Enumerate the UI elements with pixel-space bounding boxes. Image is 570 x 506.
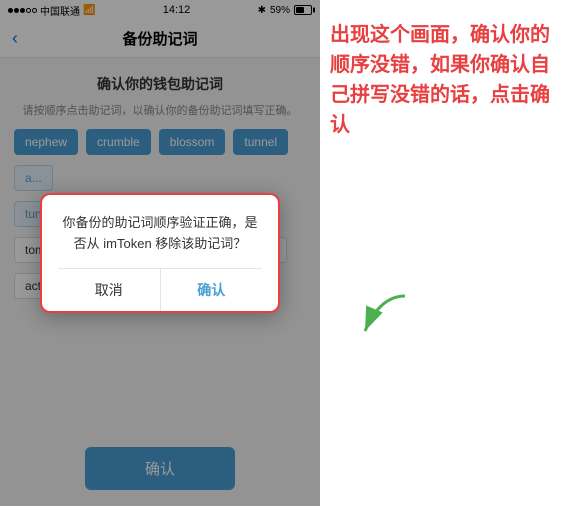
annotation-panel: 出现这个画面，确认你的顺序没错，如果你确认自己拼写没错的话，点击确认 xyxy=(320,0,570,506)
dialog-cancel-button[interactable]: 取消 xyxy=(58,269,161,311)
arrow-container xyxy=(350,291,410,346)
dialog-box: 你备份的助记词顺序验证正确，是否从 imToken 移除该助记词？ 取消 确认 xyxy=(40,193,280,314)
dialog-overlay: 你备份的助记词顺序验证正确，是否从 imToken 移除该助记词？ 取消 确认 xyxy=(0,0,320,506)
phone-panel: 中国联通 📶 14:12 ✱ 59% ‹ 备份助记词 确认你的钱包助记词 请按顺… xyxy=(0,0,320,506)
dialog-message: 你备份的助记词顺序验证正确，是否从 imToken 移除该助记词？ xyxy=(58,213,262,255)
dialog-ok-button[interactable]: 确认 xyxy=(161,269,263,311)
arrow-icon xyxy=(350,291,410,341)
dialog-buttons: 取消 确认 xyxy=(58,268,262,311)
annotation-text: 出现这个画面，确认你的顺序没错，如果你确认自己拼写没错的话，点击确认 xyxy=(330,20,560,140)
